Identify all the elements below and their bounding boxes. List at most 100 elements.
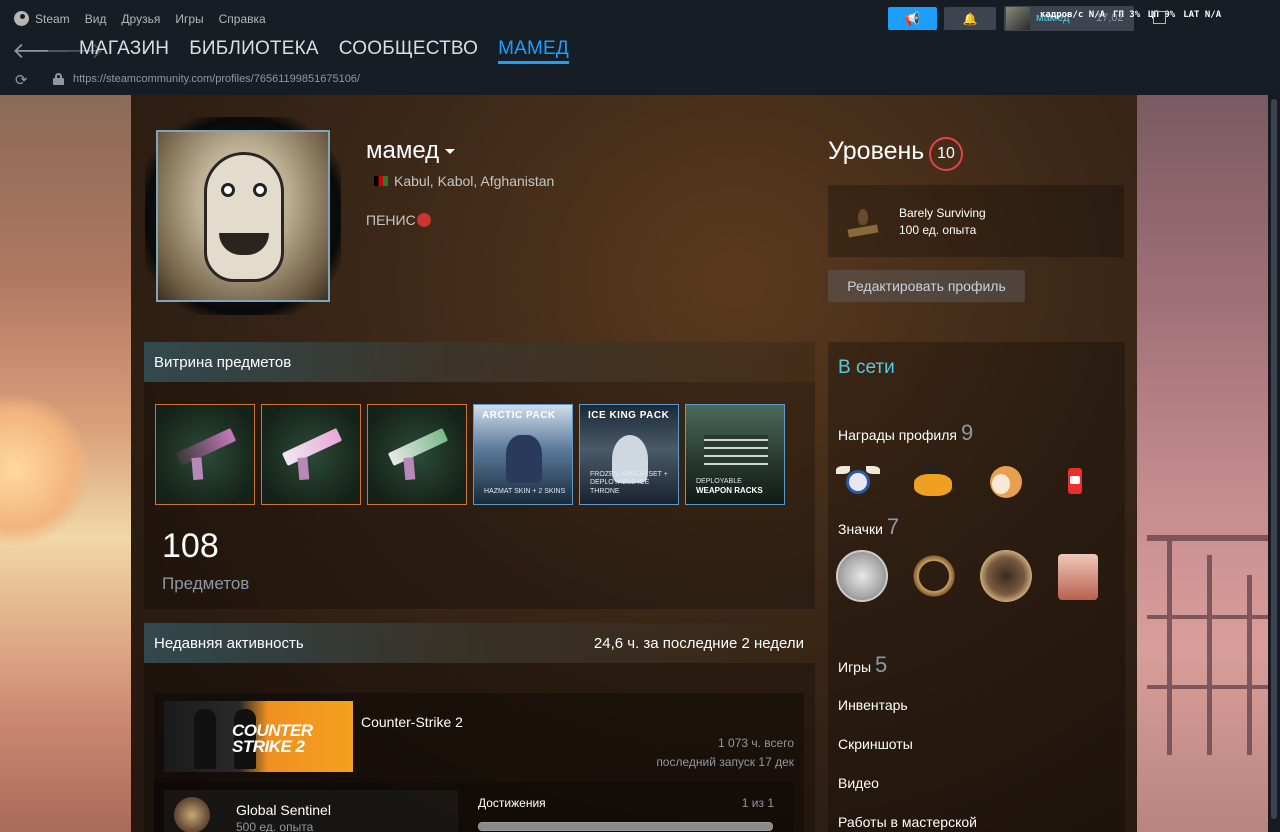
campfire-icon — [846, 205, 880, 239]
showcase-item-arctic-pack[interactable]: ARCTIC PACK HAZMAT SKIN + 2 SKINS — [473, 404, 573, 505]
game-capsule[interactable]: COUNTER STRIKE 2 — [164, 701, 353, 772]
game-last-played: последний запуск 17 дек — [656, 755, 794, 769]
rifle-skin-icon — [175, 427, 237, 467]
favorite-badge-name: Barely Surviving — [899, 206, 986, 220]
url-text[interactable]: https://steamcommunity.com/profiles/7656… — [73, 73, 360, 85]
game-name[interactable]: Counter-Strike 2 — [361, 714, 463, 730]
bell-icon: 🔔 — [962, 11, 978, 26]
profile-background-left — [0, 95, 131, 832]
inventory-link[interactable]: Инвентарь — [838, 697, 908, 713]
recent-game-card: COUNTER STRIKE 2 Counter-Strike 2 1 073 ч… — [154, 693, 804, 832]
achievements-label: Достижения — [478, 796, 546, 810]
showcase-item-ice-king-pack[interactable]: ICE KING PACK FROZEN ARMOR SET + DEPLOYA… — [579, 404, 679, 505]
reload-icon[interactable]: ⟳ — [15, 71, 28, 89]
game-logo: COUNTER STRIKE 2 — [232, 721, 313, 757]
silver-coin-badge-icon[interactable] — [836, 550, 888, 602]
game-badge-name: Global Sentinel — [236, 802, 331, 818]
profile-page: мамед Kabul, Kabol, Afghanistan ПЕНИС Ур… — [131, 95, 1137, 832]
nav-bar: 🡐 🡒 МАГАЗИН БИБЛИОТЕКА СООБЩЕСТВО МАМЕД — [0, 36, 1280, 66]
showcase-items: ARCTIC PACK HAZMAT SKIN + 2 SKINS ICE KI… — [155, 404, 785, 505]
menu-view[interactable]: Вид — [85, 11, 107, 26]
rope-ring-badge-icon[interactable] — [908, 550, 960, 602]
persona-name[interactable]: мамед — [366, 137, 456, 165]
giraffe-grad-cap-icon[interactable] — [910, 460, 954, 502]
item-showcase: Витрина предметов ARCTIC PACK HAZMAT SKI… — [144, 342, 815, 609]
oil-rig-silhouette — [1147, 535, 1268, 755]
lock-icon — [53, 73, 64, 85]
megaphone-icon: 📢 — [904, 10, 921, 26]
menu-games[interactable]: Игры — [175, 11, 203, 26]
performance-overlay: кадров/с N/A ГП 3% ЦП 9% LAT N/A — [1040, 10, 1221, 20]
profile-sidebar: В сети Награды профиля 9 Значки 7 Игры 5… — [828, 342, 1125, 832]
tab-library[interactable]: БИБЛИОТЕКА — [189, 38, 319, 64]
profile-rewards-link[interactable]: Награды профиля 9 — [838, 420, 973, 446]
items-count[interactable]: 108 — [162, 527, 219, 566]
games-link[interactable]: Игры 5 — [838, 652, 887, 678]
cs-medal-badge-icon[interactable] — [980, 550, 1032, 602]
window-restore-icon[interactable] — [1153, 11, 1166, 24]
profile-summary: ПЕНИС — [366, 212, 431, 228]
videos-link[interactable]: Видео — [838, 775, 879, 791]
dog-head-icon[interactable] — [984, 460, 1028, 502]
tab-profile[interactable]: МАМЕД — [498, 38, 569, 64]
badge-icons — [836, 550, 1098, 602]
favorite-badge[interactable]: Barely Surviving 100 ед. опыта — [828, 185, 1124, 257]
menu-help[interactable]: Справка — [219, 11, 266, 26]
client-chrome: Steam Вид Друзья Игры Справка 📢 🔔 мамед … — [0, 0, 1280, 95]
rifle-skin-icon — [387, 427, 449, 467]
showcase-header: Витрина предметов — [144, 342, 815, 382]
recent-activity: Недавняя активность 24,6 ч. за последние… — [144, 623, 815, 832]
edit-profile-button[interactable]: Редактировать профиль — [828, 270, 1025, 302]
profile-background-right — [1137, 95, 1268, 832]
showcase-item-weapon-racks[interactable]: DEPLOYABLE WEAPON RACKS — [685, 404, 785, 505]
items-count-label: Предметов — [162, 574, 250, 593]
latency-readout: LAT N/A — [1183, 10, 1222, 20]
fps-readout: кадров/с N/A — [1040, 10, 1106, 20]
winged-badge-icon[interactable] — [836, 460, 880, 502]
smg-skin-icon — [281, 427, 343, 467]
level-label: Уровень — [828, 137, 925, 165]
screenshots-link[interactable]: Скриншоты — [838, 736, 913, 752]
game-hours: 1 073 ч. всего — [718, 736, 794, 750]
badges-link[interactable]: Значки 7 — [838, 514, 899, 540]
online-status: В сети — [838, 357, 895, 378]
menu-friends[interactable]: Друзья — [121, 11, 160, 26]
achievement-row: Global Sentinel 500 ед. опыта Достижения… — [154, 782, 794, 832]
avatar — [1006, 7, 1030, 30]
badge-icon — [174, 797, 210, 832]
announcements-button[interactable]: 📢 — [888, 7, 937, 30]
tab-community[interactable]: СООБЩЕСТВО — [339, 38, 478, 64]
menu-bar: Steam Вид Друзья Игры Справка 📢 🔔 мамед … — [0, 0, 1280, 36]
showcase-item[interactable] — [261, 404, 361, 505]
soda-can-icon[interactable] — [1058, 460, 1102, 502]
url-bar: ⟳ https://steamcommunity.com/profiles/76… — [0, 68, 1280, 92]
flag-icon — [374, 176, 388, 186]
showcase-title: Витрина предметов — [154, 354, 292, 371]
notifications-button[interactable]: 🔔 — [944, 7, 996, 30]
weapon-rack-icon — [704, 435, 768, 465]
steam-logo-icon — [14, 11, 29, 26]
menu-steam[interactable]: Steam — [14, 11, 70, 26]
profile-avatar[interactable] — [156, 130, 330, 302]
level-badge[interactable]: 10 — [929, 137, 963, 171]
playtime-summary: 24,6 ч. за последние 2 недели — [593, 635, 804, 652]
showcase-item[interactable] — [367, 404, 467, 505]
reward-icons — [836, 460, 1102, 502]
hazmat-figure-icon — [506, 435, 542, 483]
gpu-readout: ГП 3% — [1113, 10, 1141, 20]
game-badge-xp: 500 ед. опыта — [236, 820, 314, 832]
game-badge[interactable]: Global Sentinel 500 ед. опыта — [164, 790, 458, 832]
activity-header: Недавняя активность 24,6 ч. за последние… — [144, 623, 815, 663]
favorite-badge-xp: 100 ед. опыта — [899, 223, 977, 237]
gift-box-badge-icon[interactable] — [1058, 554, 1098, 600]
workshop-link[interactable]: Работы в мастерской — [838, 814, 977, 830]
tab-store[interactable]: МАГАЗИН — [79, 38, 169, 64]
page-scrollbar[interactable] — [1268, 95, 1280, 832]
avatar-face — [204, 152, 284, 282]
soldier-silhouette — [194, 709, 216, 769]
scrollbar-thumb[interactable] — [1271, 99, 1277, 819]
showcase-item[interactable] — [155, 404, 255, 505]
activity-title: Недавняя активность — [154, 635, 304, 652]
achievements-progress-bar — [478, 822, 773, 831]
caret-down-icon[interactable] — [445, 149, 456, 155]
